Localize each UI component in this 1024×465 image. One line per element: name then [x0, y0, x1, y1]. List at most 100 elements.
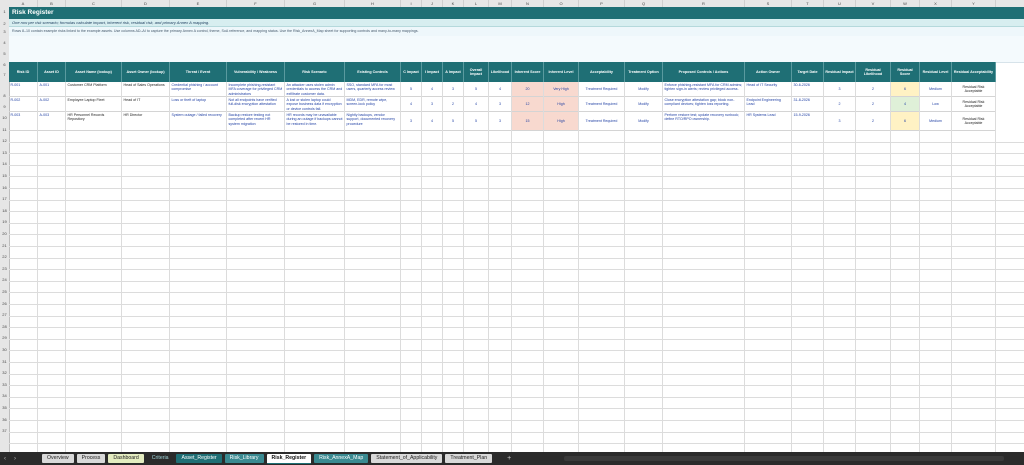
row-number[interactable]: 32 [0, 370, 9, 375]
row-number[interactable]: 36 [0, 417, 9, 422]
row-number[interactable]: 25 [0, 289, 9, 294]
sheet-subtitle[interactable]: One row per risk scenario; formulas calc… [9, 19, 1024, 27]
risk-cell[interactable]: 2 [443, 97, 464, 112]
risk-cell[interactable]: 3 [489, 97, 512, 112]
risk-cell[interactable]: SSO, standard MFA for most users, quarte… [345, 82, 401, 97]
row-number[interactable]: 26 [0, 301, 9, 306]
row-number[interactable]: 27 [0, 312, 9, 317]
row-number[interactable]: 35 [0, 405, 9, 410]
empty-row[interactable] [9, 386, 1024, 398]
risk-cell[interactable]: An attacker uses stolen admin credential… [285, 82, 345, 97]
column-header[interactable]: Inherent Level [544, 62, 579, 82]
sheet-tab-process[interactable]: Process [76, 454, 106, 463]
empty-row[interactable] [9, 409, 1024, 421]
column-letter-k[interactable]: K [443, 0, 464, 7]
prev-sheet-button[interactable]: ‹ [0, 456, 10, 462]
risk-cell[interactable]: 12 [512, 97, 544, 112]
risk-cell[interactable]: 2 [856, 112, 891, 131]
column-header[interactable]: Proposed Controls / Actions [663, 62, 745, 82]
column-letter-s[interactable]: S [745, 0, 792, 7]
column-header[interactable]: Overall Impact [464, 62, 489, 82]
risk-cell[interactable]: 3 [824, 82, 856, 97]
risk-cell[interactable]: 5 [464, 82, 489, 97]
risk-cell[interactable]: HR Director [122, 112, 170, 131]
row-number[interactable]: 4 [0, 40, 9, 45]
column-header[interactable]: Residual Level [920, 62, 952, 82]
column-letter-c[interactable]: C [66, 0, 122, 7]
column-header[interactable]: Treatment Option [625, 62, 663, 82]
risk-cell[interactable]: Head of IT [122, 97, 170, 112]
row-number[interactable]: 14 [0, 161, 9, 166]
sheet-tab-statement-of-applicability[interactable]: Statement_of_Applicability [371, 454, 443, 463]
column-header[interactable]: Asset Owner (lookup) [122, 62, 170, 82]
risk-cell[interactable]: Not all endpoints have verified full-dis… [227, 97, 285, 112]
row-number[interactable]: 28 [0, 324, 9, 329]
column-header[interactable]: I Impact [422, 62, 443, 82]
next-sheet-button[interactable]: › [10, 456, 20, 462]
risk-cell[interactable]: Very High [544, 82, 579, 97]
empty-row[interactable] [9, 340, 1024, 352]
empty-row[interactable] [9, 270, 1024, 282]
risk-cell[interactable]: 30-6-2026 [792, 82, 824, 97]
risk-cell[interactable]: 3 [422, 97, 443, 112]
column-header[interactable]: Asset ID [38, 62, 66, 82]
risk-cell[interactable]: 20 [512, 82, 544, 97]
column-letter-d[interactable]: D [122, 0, 170, 7]
row-number[interactable]: 31 [0, 359, 9, 364]
column-header[interactable]: Inherent Score [512, 62, 544, 82]
risk-cell[interactable]: 5 [443, 112, 464, 131]
empty-row[interactable] [9, 351, 1024, 363]
risk-cell[interactable]: Residual Risk Acceptable [952, 97, 996, 112]
column-header[interactable]: Risk ID [9, 62, 38, 82]
risk-cell[interactable]: High [544, 97, 579, 112]
column-letter-x[interactable]: X [920, 0, 952, 7]
risk-cell[interactable]: Employee Laptop Fleet [66, 97, 122, 112]
column-header[interactable]: Residual Impact [824, 62, 856, 82]
empty-row[interactable] [9, 398, 1024, 410]
risk-cell[interactable]: 15-9-2026 [792, 112, 824, 131]
empty-row[interactable] [9, 189, 1024, 201]
risk-cell[interactable]: Enforce phishing-resistant MFA for CRM a… [663, 82, 745, 97]
risk-cell[interactable]: HR Personnel Records Repository [66, 112, 122, 131]
empty-row[interactable] [9, 317, 1024, 329]
empty-row[interactable] [9, 177, 1024, 189]
column-header[interactable]: Residual Score [891, 62, 920, 82]
empty-row[interactable] [9, 433, 1024, 445]
sheet-tab-risk-library[interactable]: Risk_Library [224, 454, 264, 463]
row-number[interactable]: 7 [0, 72, 9, 77]
risk-cell[interactable]: 2 [824, 97, 856, 112]
empty-row[interactable] [9, 166, 1024, 178]
column-letter-p[interactable]: P [579, 0, 625, 7]
row-number[interactable]: 23 [0, 266, 9, 271]
row-number[interactable]: 2 [0, 21, 9, 26]
risk-cell[interactable]: 6 [891, 82, 920, 97]
risk-cell[interactable]: R-003 [9, 112, 38, 131]
column-letter-v[interactable]: V [856, 0, 891, 7]
empty-row[interactable] [9, 224, 1024, 236]
risk-cell[interactable]: Medium [920, 82, 952, 97]
sheet-note[interactable]: Rows 8–10 contain example risks linked t… [9, 27, 1024, 36]
column-header[interactable]: A Impact [443, 62, 464, 82]
sheet-tab-risk-annexa-map[interactable]: Risk_AnnexA_Map [314, 454, 369, 463]
row-number[interactable]: 11 [0, 127, 9, 132]
row-number[interactable]: 37 [0, 428, 9, 433]
empty-row[interactable] [9, 328, 1024, 340]
risk-cell[interactable]: A-003 [38, 112, 66, 131]
risk-cell[interactable]: Medium [920, 112, 952, 131]
empty-row[interactable] [9, 212, 1024, 224]
row-number[interactable]: 6 [0, 62, 9, 67]
sheet-title[interactable]: Risk Register [9, 7, 1024, 19]
empty-row[interactable] [9, 375, 1024, 387]
empty-row[interactable] [9, 259, 1024, 271]
risk-cell[interactable]: Residual Risk Acceptable [952, 82, 996, 97]
risk-cell[interactable]: Head of IT Security [745, 82, 792, 97]
row-number[interactable]: 33 [0, 382, 9, 387]
column-header[interactable]: Asset Name (lookup) [66, 62, 122, 82]
column-letter-b[interactable]: B [38, 0, 66, 7]
risk-cell[interactable]: 5 [401, 82, 422, 97]
risk-cell[interactable]: 4 [891, 97, 920, 112]
column-letter-i[interactable]: I [401, 0, 422, 7]
risk-cell[interactable]: Treatment Required [579, 82, 625, 97]
sheet-tab-dashboard[interactable]: Dashboard [108, 454, 144, 463]
risk-cell[interactable]: System outage / failed recovery [170, 112, 227, 131]
